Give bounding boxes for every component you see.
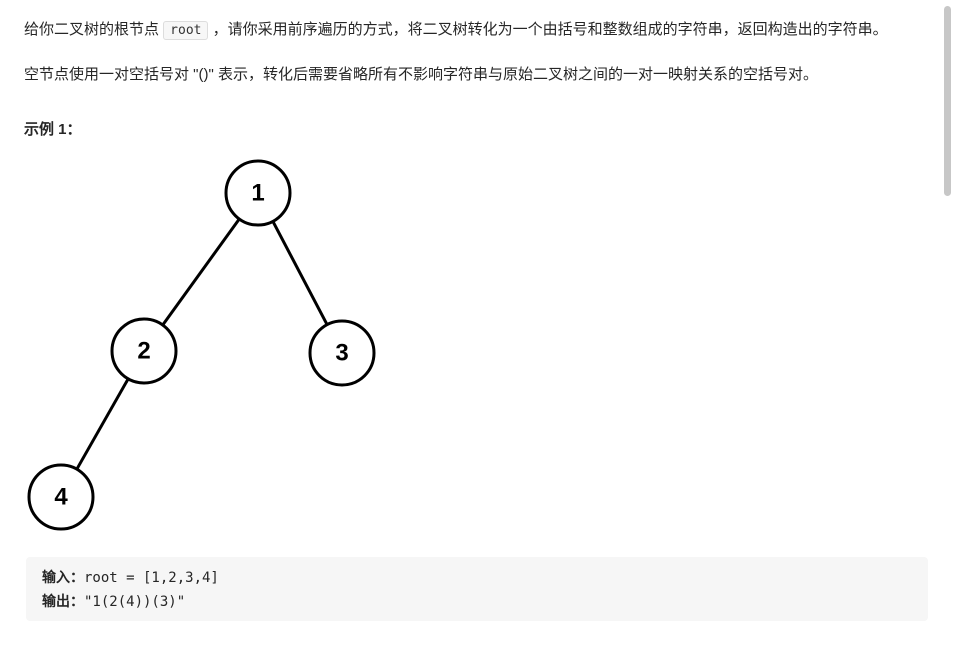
tree-edge (273, 221, 327, 324)
para2-pre: 空节点使用一对空括号对 (24, 66, 193, 83)
para2-post: 表示，转化后需要省略所有不影响字符串与原始二叉树之间的一对一映射关系的空括号对。 (214, 66, 818, 83)
empty-paren-quoted: "()" (193, 66, 214, 83)
tree-node-label: 4 (54, 484, 68, 511)
root-code-inline: root (163, 21, 208, 40)
tree-node-label: 2 (137, 338, 150, 365)
problem-description: 给你二叉树的根节点 root ，请你采用前序遍历的方式，将二叉树转化为一个由括号… (0, 0, 954, 621)
para1-post: ，请你采用前序遍历的方式，将二叉树转化为一个由括号和整数组成的字符串，返回构造出… (208, 21, 887, 38)
tree-svg: 1 2 3 4 (26, 153, 406, 535)
example-heading: 示例 1： (24, 116, 930, 143)
output-label: 输出： (42, 594, 84, 610)
problem-paragraph-2: 空节点使用一对空括号对 "()" 表示，转化后需要省略所有不影响字符串与原始二叉… (24, 61, 930, 88)
scrollbar-thumb[interactable] (944, 6, 951, 196)
tree-node-label: 1 (251, 180, 264, 207)
problem-paragraph-1: 给你二叉树的根节点 root ，请你采用前序遍历的方式，将二叉树转化为一个由括号… (24, 16, 930, 43)
scrollbar-track[interactable] (940, 0, 954, 651)
example-input-line: 输入：root = [1,2,3,4] (42, 567, 912, 591)
tree-edge (77, 379, 128, 469)
input-label: 输入： (42, 570, 84, 586)
tree-edge (163, 219, 240, 325)
tree-node-label: 3 (335, 340, 348, 367)
tree-diagram: 1 2 3 4 (26, 153, 930, 535)
example-output-line: 输出："1(2(4))(3)" (42, 591, 912, 615)
input-code: root = [1,2,3,4] (84, 570, 219, 586)
example-io-block: 输入：root = [1,2,3,4] 输出："1(2(4))(3)" (26, 557, 928, 621)
output-code: "1(2(4))(3)" (84, 594, 185, 610)
para1-pre: 给你二叉树的根节点 (24, 21, 163, 38)
